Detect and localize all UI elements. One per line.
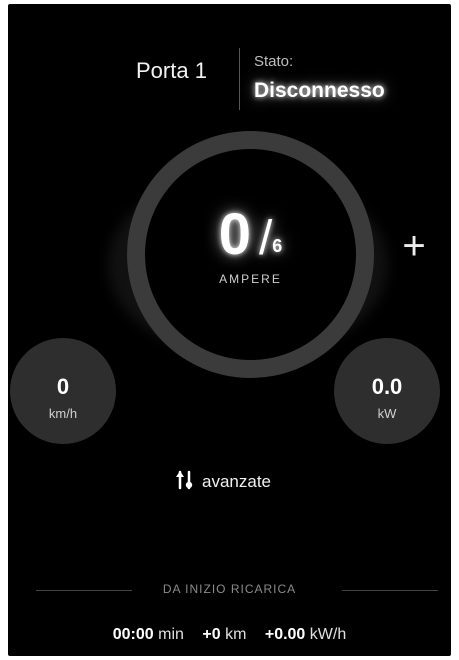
- advanced-label: avanzate: [202, 472, 271, 491]
- app-screen: Porta 1 Stato: Disconnesso 0/6 AMPERE + …: [8, 4, 451, 656]
- distance-unit: km: [225, 626, 247, 643]
- ampere-current-value: 0: [218, 202, 251, 267]
- power-value: 0.0: [371, 374, 403, 399]
- energy-unit: kW/h: [309, 626, 347, 643]
- ampere-max-value: 6: [272, 236, 283, 256]
- time-value: 00:00: [112, 626, 154, 643]
- summary-section-title: DA INIZIO RICARICA: [162, 582, 297, 596]
- ampere-readout: 0/6: [145, 201, 356, 268]
- charging-summary: 00:00 min +0 km +0.00 kW/h: [8, 626, 451, 644]
- distance-value: +0: [202, 626, 221, 643]
- status-label: Stato:: [254, 53, 294, 70]
- header-divider: [239, 48, 240, 110]
- ampere-unit: AMPERE: [219, 272, 282, 286]
- ampere-slash: /: [258, 212, 273, 265]
- time-unit: min: [158, 626, 184, 643]
- port-name: Porta 1: [136, 58, 207, 83]
- energy-value: +0.00: [264, 626, 306, 643]
- power-stat: 0.0 kW: [334, 338, 440, 444]
- ampere-gauge: 0/6 AMPERE: [145, 149, 356, 360]
- tool-icon: [176, 470, 194, 495]
- advanced-settings-link[interactable]: avanzate: [176, 469, 271, 495]
- speed-stat: 0 km/h: [10, 338, 116, 444]
- increase-ampere-button[interactable]: +: [394, 226, 434, 266]
- speed-unit: km/h: [48, 406, 78, 421]
- power-unit: kW: [377, 406, 397, 421]
- status-value: Disconnesso: [254, 79, 385, 102]
- speed-value: 0: [56, 374, 70, 399]
